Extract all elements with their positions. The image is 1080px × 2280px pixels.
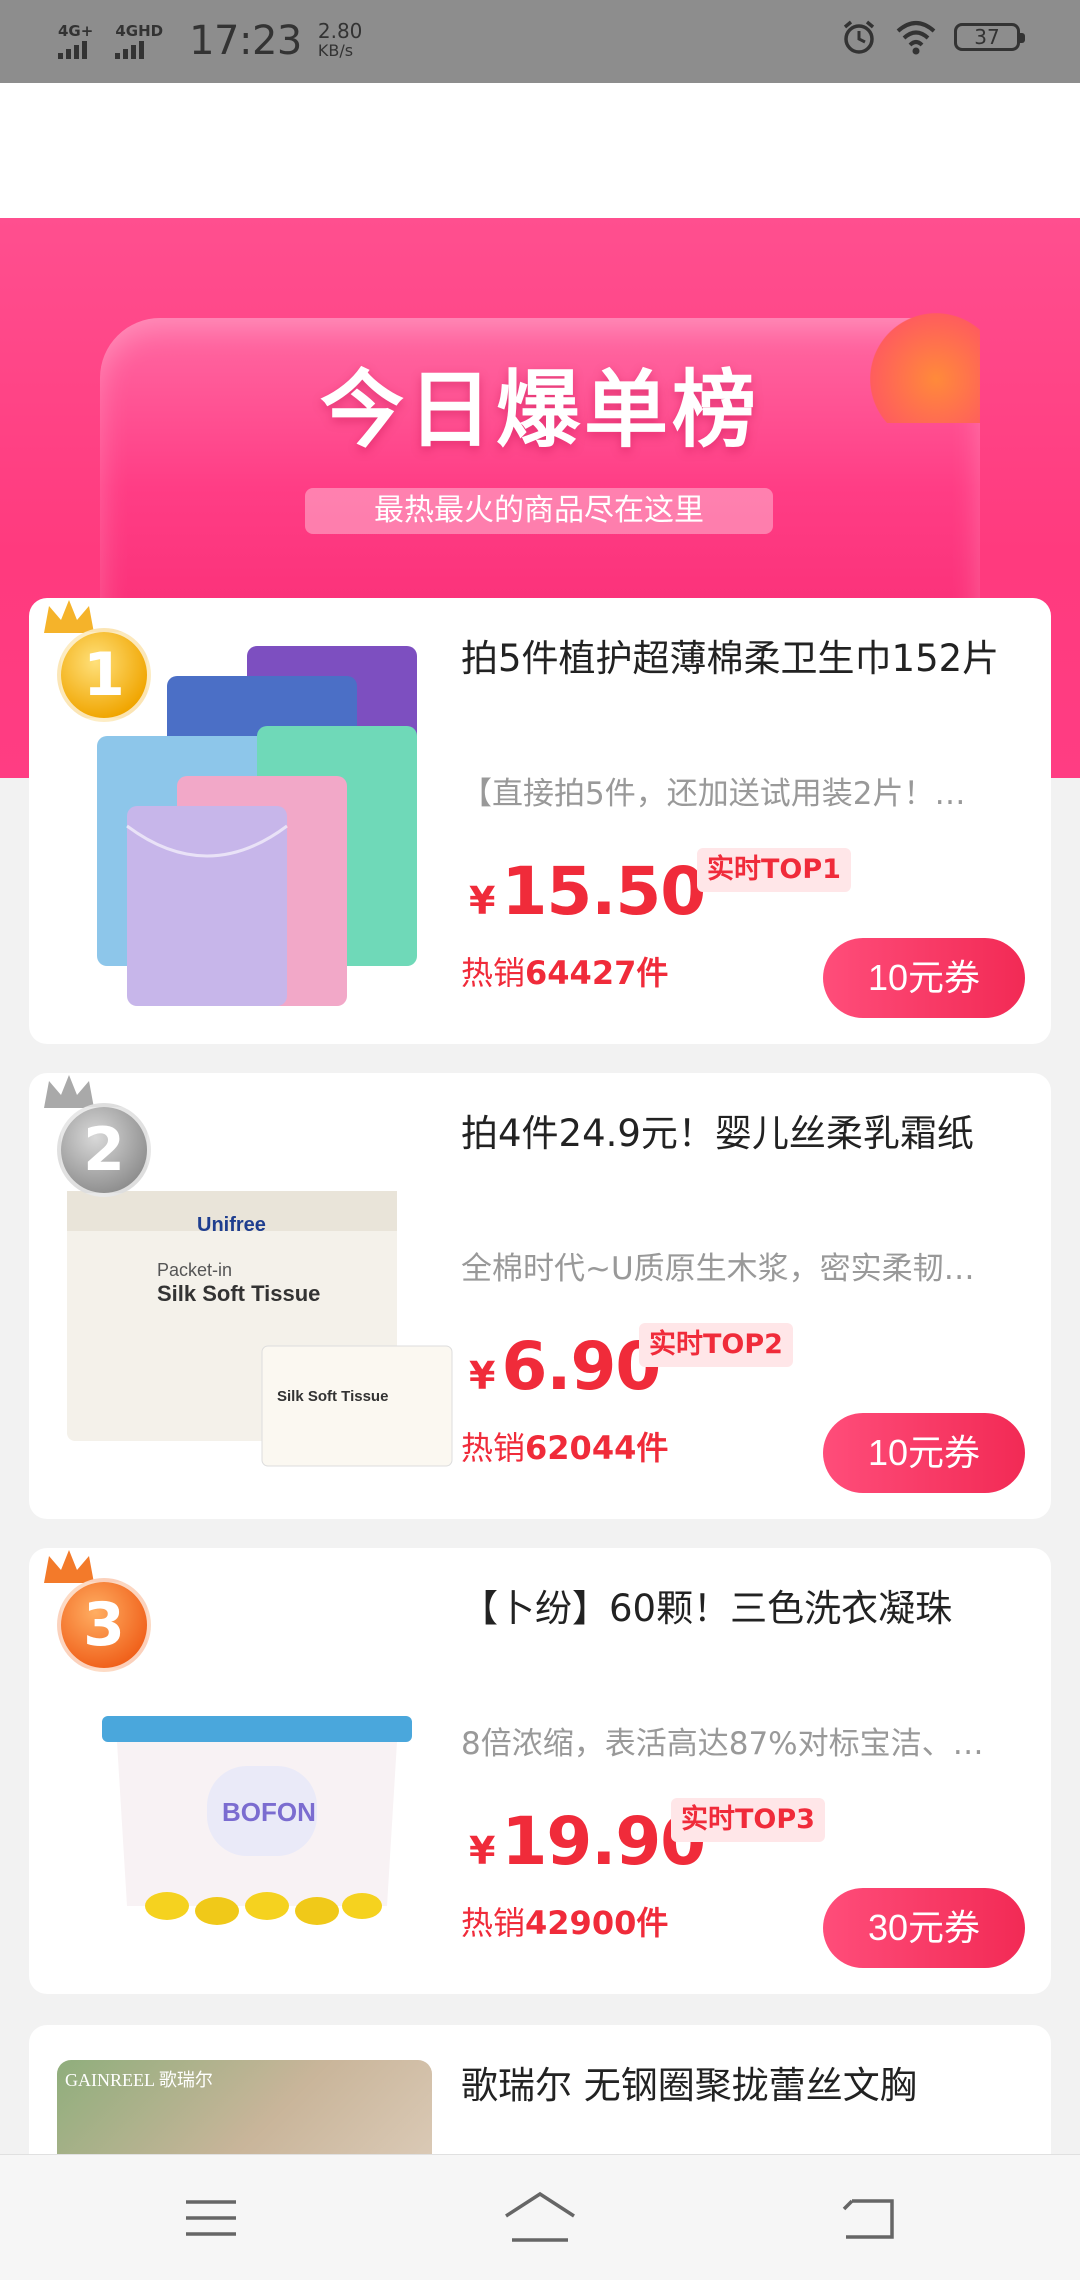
sales-count: 热销64427件 (461, 948, 668, 994)
clock: 17:23 (189, 18, 302, 64)
product-card-3[interactable]: BOFON 3 【卜纷】60颗！三色洗衣凝珠 8倍浓缩，表活高达87%对标宝洁、… (29, 1548, 1051, 1994)
svg-text:Silk Soft Tissue: Silk Soft Tissue (277, 1388, 388, 1405)
svg-text:Packet-in: Packet-in (157, 1260, 232, 1280)
product-title[interactable]: 【卜纷】60颗！三色洗衣凝珠 (461, 1578, 1041, 1632)
price-value: 6.90 (501, 1328, 661, 1405)
back-button[interactable] (830, 2185, 910, 2251)
sales-value: 42900件 (525, 1904, 669, 1942)
currency-symbol: ¥ (469, 1354, 496, 1398)
svg-text:Unifree: Unifree (197, 1214, 266, 1236)
brand-watermark: GAINREEL 歌瑞尔 (65, 2070, 213, 2090)
header-spacer (0, 83, 1080, 218)
sales-count: 热销42900件 (461, 1898, 668, 1944)
rank-badge: 1 (57, 628, 151, 722)
price-value: 15.50 (501, 853, 706, 930)
banner-title: 今日爆单榜 (319, 361, 760, 459)
home-icon (505, 2191, 575, 2242)
status-bar: 4G+ 4GHD 17:23 2.80 KB/s 37 (0, 0, 1080, 83)
currency-symbol: ¥ (469, 1829, 496, 1873)
coupon-button[interactable]: 30元券 (823, 1888, 1025, 1968)
product-title[interactable]: 拍5件植护超薄棉柔卫生巾152片 (461, 628, 1041, 682)
speed-unit: KB/s (317, 41, 354, 60)
wifi-icon (896, 21, 936, 55)
product-price: ¥6.90 (469, 1328, 661, 1405)
product-description: 【直接拍5件，还加送试用装2片！… (461, 776, 966, 812)
svg-text:BOFON: BOFON (222, 1797, 316, 1827)
banner-subtitle: 最热最火的商品尽在这里 (305, 488, 773, 534)
signal-4ghd-icon: 4GHD (115, 23, 163, 59)
sales-value: 62044件 (525, 1429, 669, 1467)
battery-indicator: 37 (954, 23, 1025, 51)
product-title[interactable]: 拍4件24.9元！婴儿丝柔乳霜纸 (461, 1103, 1041, 1157)
svg-text:Silk Soft Tissue: Silk Soft Tissue (157, 1281, 320, 1306)
realtime-top-badge: 实时TOP1 (697, 848, 851, 892)
product-card-2[interactable]: Unifree Packet-in Silk Soft Tissue Silk … (29, 1073, 1051, 1519)
rank-badge: 3 (57, 1578, 151, 1672)
system-nav-bar (0, 2154, 1080, 2280)
network-type-2: 4GHD (115, 22, 164, 40)
sales-label: 热销 (461, 954, 526, 992)
coupon-button[interactable]: 10元券 (823, 938, 1025, 1018)
product-description: 全棉时代~U质原生木浆，密实柔韧… (461, 1251, 975, 1287)
coupon-button[interactable]: 10元券 (823, 1413, 1025, 1493)
sales-label: 热销 (461, 1429, 526, 1467)
menu-button[interactable] (171, 2185, 251, 2251)
back-icon (842, 2199, 894, 2239)
sales-count: 热销62044件 (461, 1423, 668, 1469)
speed-value: 2.80 (317, 19, 363, 43)
currency-symbol: ¥ (469, 879, 496, 923)
sales-value: 64427件 (525, 954, 669, 992)
rank-badge: 2 (57, 1103, 151, 1197)
product-description: 8倍浓缩，表活高达87%对标宝洁、… (461, 1726, 984, 1762)
realtime-top-badge: 实时TOP3 (671, 1798, 825, 1842)
signal-4g-plus-icon: 4G+ (58, 23, 93, 59)
alarm-icon (843, 20, 875, 54)
product-card-1[interactable]: 1 拍5件植护超薄棉柔卫生巾152片 【直接拍5件，还加送试用装2片！… ¥15… (29, 598, 1051, 1044)
home-button[interactable] (500, 2185, 580, 2251)
battery-level: 37 (974, 25, 1000, 49)
menu-icon (186, 2200, 236, 2236)
product-price: ¥15.50 (469, 853, 706, 930)
network-speed: 2.80 KB/s (318, 21, 363, 61)
realtime-top-badge: 实时TOP2 (639, 1323, 793, 1367)
product-title[interactable]: 歌瑞尔 无钢圈聚拢蕾丝文胸 (461, 2055, 1041, 2109)
product-price: ¥19.90 (469, 1803, 706, 1880)
network-type-1: 4G+ (58, 22, 94, 40)
sales-label: 热销 (461, 1904, 526, 1942)
